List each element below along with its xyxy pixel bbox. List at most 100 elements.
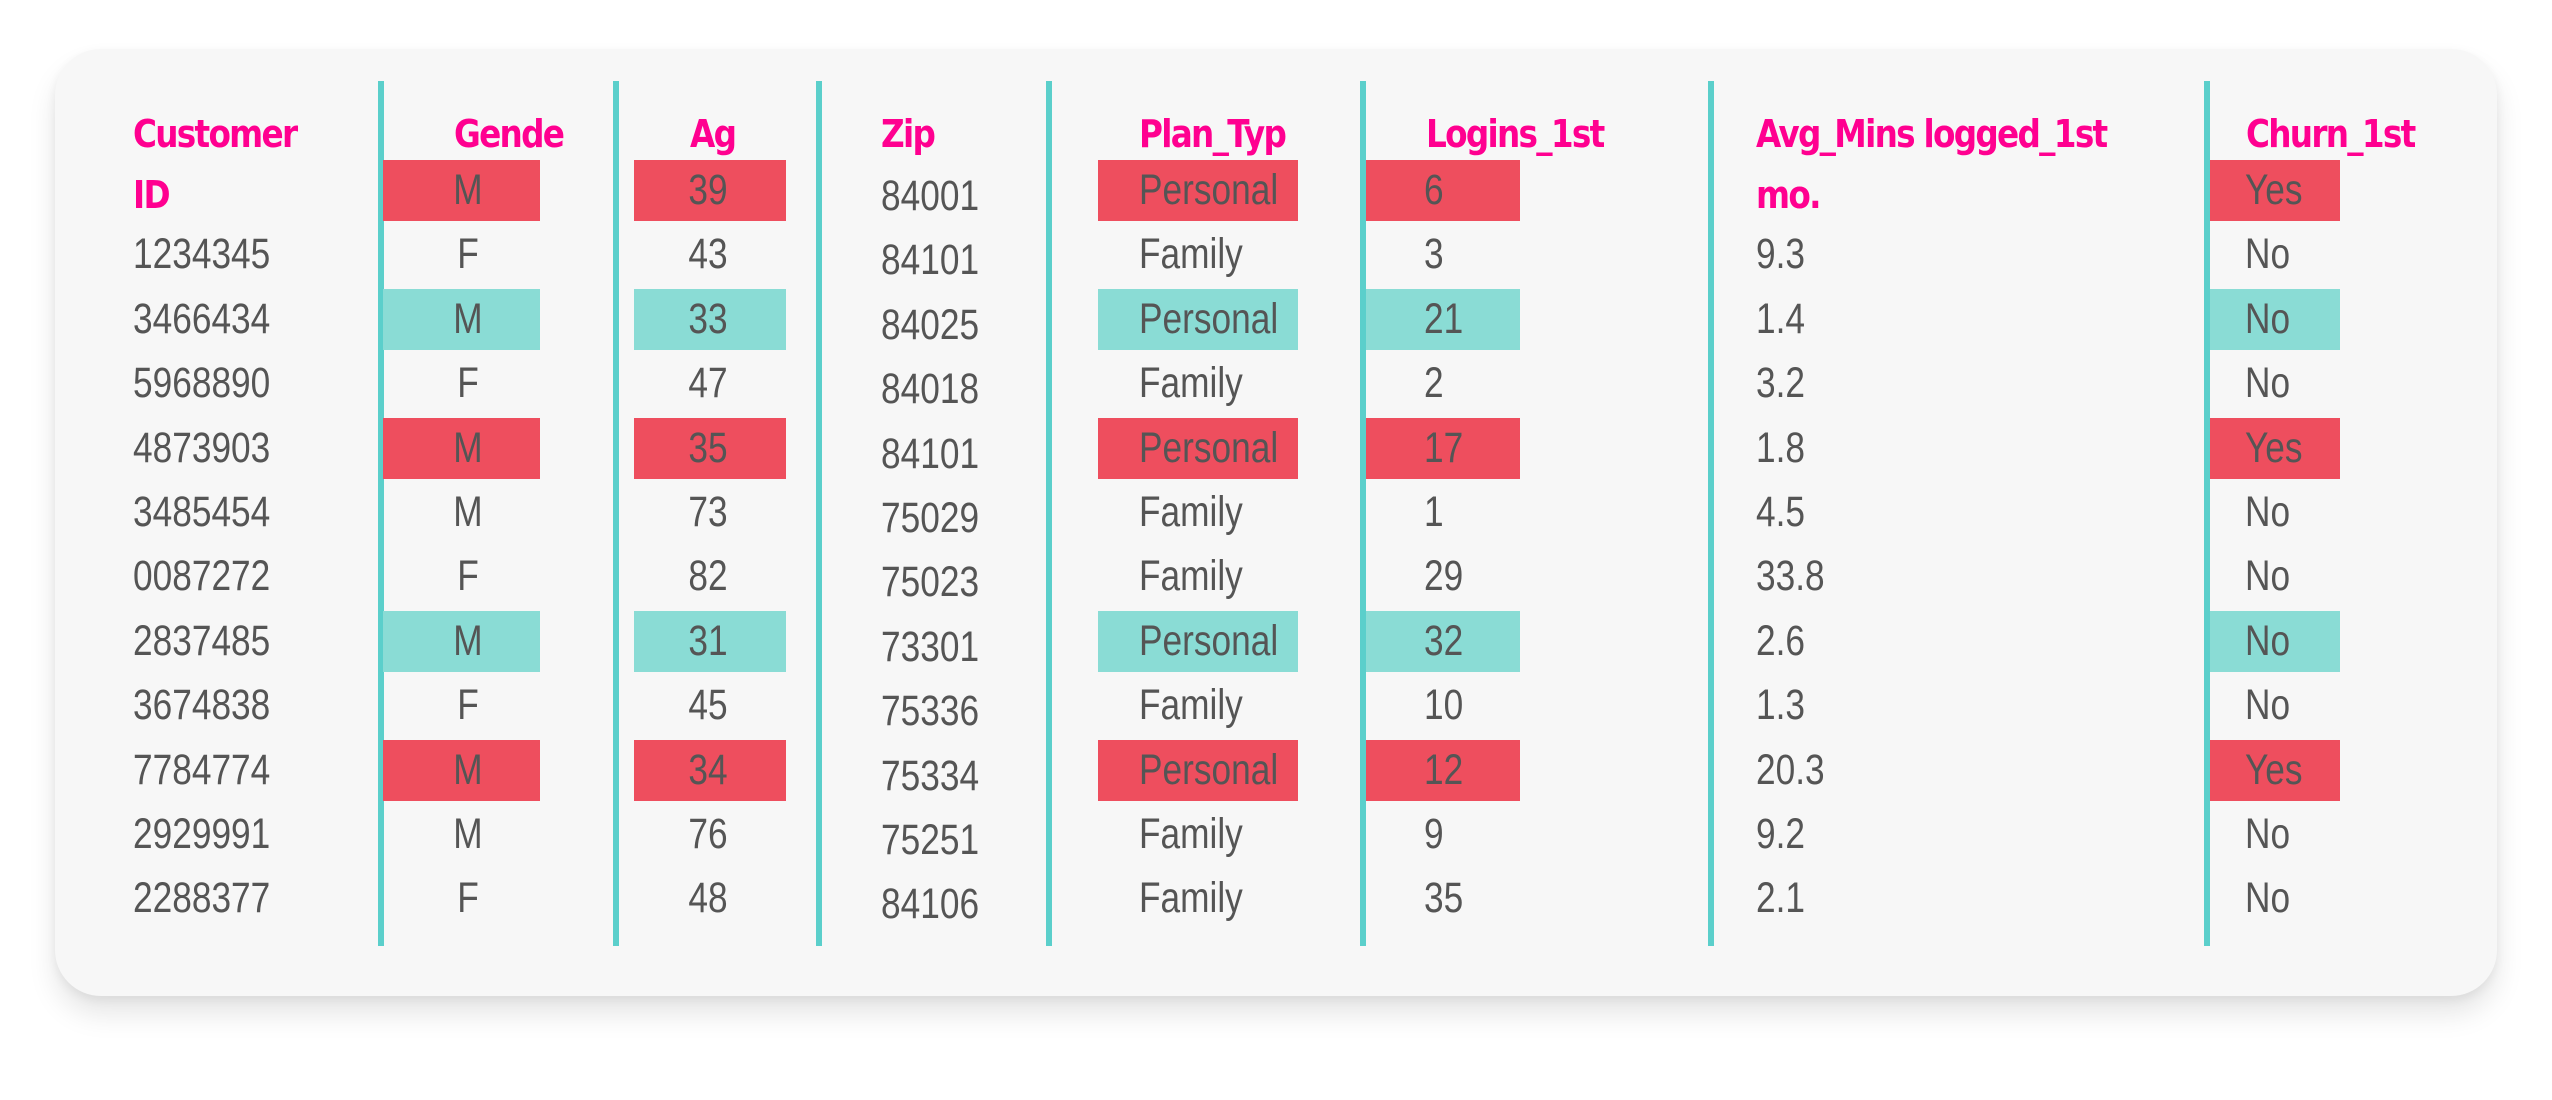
cell-logins: 21 — [1424, 294, 1464, 343]
cell-avg-mins: 1.4 — [1756, 294, 1806, 343]
cell-gender: M — [453, 745, 483, 794]
cell-plan-type: Family — [1139, 874, 1243, 923]
cell-age: 45 — [688, 681, 728, 730]
cell-gender: F — [457, 681, 479, 730]
cell-zip: 84101 — [881, 429, 980, 478]
cell-age: 82 — [688, 552, 728, 601]
cell-zip: 84001 — [881, 172, 980, 220]
cell-logins: 35 — [1424, 874, 1464, 923]
cell-logins: 1 — [1424, 488, 1444, 536]
cell-churn: No — [2245, 230, 2291, 279]
cell-gender: M — [453, 488, 483, 536]
header-avg-mins-line2: mo. — [1756, 173, 1821, 217]
cell-gender: F — [457, 230, 479, 279]
header-customer-id-line1: Customer — [133, 112, 298, 156]
cell-logins: 17 — [1424, 423, 1464, 472]
cell-logins: 2 — [1424, 359, 1444, 408]
cell-churn: No — [2245, 681, 2291, 730]
cell-gender: F — [457, 359, 479, 408]
column-divider — [613, 81, 619, 946]
cell-age: 33 — [688, 294, 728, 343]
cell-zip: 75023 — [881, 558, 980, 607]
cell-avg-mins: 9.2 — [1756, 810, 1806, 858]
cell-churn: No — [2245, 810, 2291, 858]
cell-gender: M — [453, 423, 483, 472]
cell-logins: 9 — [1424, 810, 1444, 858]
cell-churn: Yes — [2245, 166, 2303, 214]
column-divider — [1046, 81, 1052, 946]
cell-age: 35 — [688, 423, 728, 472]
cell-plan-type: Personal — [1139, 745, 1279, 794]
header-avg-mins: Avg_Mins logged_1st mo. — [1756, 104, 2108, 226]
cell-avg-mins: 4.5 — [1756, 488, 1806, 536]
cell-plan-type: Family — [1139, 552, 1243, 601]
cell-customer-id: 0087272 — [133, 552, 271, 601]
cell-gender: M — [453, 294, 483, 343]
cell-customer-id: 2929991 — [133, 810, 271, 858]
cell-gender: F — [457, 552, 479, 601]
cell-zip: 73301 — [881, 622, 980, 671]
header-age: Ag — [690, 112, 737, 156]
cell-churn: Yes — [2245, 745, 2303, 794]
cell-zip: 75029 — [881, 494, 980, 542]
cell-plan-type: Family — [1139, 810, 1243, 858]
column-divider — [1708, 81, 1714, 946]
cell-age: 34 — [688, 745, 728, 794]
cell-churn: No — [2245, 552, 2291, 601]
cell-avg-mins: 2.6 — [1756, 616, 1806, 665]
header-churn: Churn_1st — [2246, 112, 2416, 156]
cell-logins: 12 — [1424, 745, 1464, 794]
cell-churn: Yes — [2245, 423, 2303, 472]
header-gender: Gende — [454, 112, 565, 156]
cell-plan-type: Personal — [1139, 294, 1279, 343]
cell-gender: M — [453, 810, 483, 858]
cell-gender: F — [457, 874, 479, 923]
cell-zip: 75251 — [881, 816, 980, 864]
cell-zip: 75334 — [881, 751, 980, 800]
cell-age: 31 — [688, 616, 728, 665]
cell-churn: No — [2245, 359, 2291, 408]
cell-gender: M — [453, 166, 483, 214]
cell-plan-type: Personal — [1139, 616, 1279, 665]
cell-age: 73 — [688, 488, 728, 536]
cell-age: 76 — [688, 810, 728, 858]
header-logins: Logins_1st — [1426, 112, 1605, 156]
cell-customer-id: 4873903 — [133, 423, 271, 472]
header-plan-type: Plan_Typ — [1139, 112, 1287, 156]
cell-customer-id: 2288377 — [133, 874, 271, 923]
cell-age: 39 — [688, 166, 728, 214]
cell-customer-id: 3485454 — [133, 488, 271, 536]
cell-customer-id: 3674838 — [133, 681, 271, 730]
cell-plan-type: Family — [1139, 488, 1243, 536]
cell-logins: 3 — [1424, 230, 1444, 279]
cell-churn: No — [2245, 874, 2291, 923]
cell-avg-mins: 33.8 — [1756, 552, 1825, 601]
cell-logins: 29 — [1424, 552, 1464, 601]
cell-zip: 84018 — [881, 365, 980, 414]
cell-customer-id: 2837485 — [133, 616, 271, 665]
cell-churn: No — [2245, 294, 2291, 343]
cell-plan-type: Personal — [1139, 166, 1279, 214]
cell-customer-id: 3466434 — [133, 294, 271, 343]
cell-avg-mins: 9.3 — [1756, 230, 1806, 279]
cell-zip: 84106 — [881, 880, 980, 929]
header-zip: Zip — [881, 112, 936, 156]
header-customer-id: Customer ID — [133, 104, 298, 226]
cell-zip: 84101 — [881, 236, 980, 285]
column-divider — [816, 81, 822, 946]
cell-avg-mins: 2.1 — [1756, 874, 1806, 923]
header-customer-id-line2: ID — [133, 173, 171, 217]
cell-gender: M — [453, 616, 483, 665]
cell-logins: 32 — [1424, 616, 1464, 665]
cell-plan-type: Family — [1139, 359, 1243, 408]
cell-churn: No — [2245, 616, 2291, 665]
cell-customer-id: 7784774 — [133, 745, 271, 794]
cell-plan-type: Family — [1139, 230, 1243, 279]
header-avg-mins-line1: Avg_Mins logged_1st — [1756, 112, 2108, 156]
cell-avg-mins: 1.3 — [1756, 681, 1806, 730]
cell-zip: 75336 — [881, 687, 980, 736]
cell-avg-mins: 20.3 — [1756, 745, 1825, 794]
cell-logins: 6 — [1424, 166, 1444, 214]
cell-zip: 84025 — [881, 300, 980, 349]
cell-avg-mins: 3.2 — [1756, 359, 1806, 408]
